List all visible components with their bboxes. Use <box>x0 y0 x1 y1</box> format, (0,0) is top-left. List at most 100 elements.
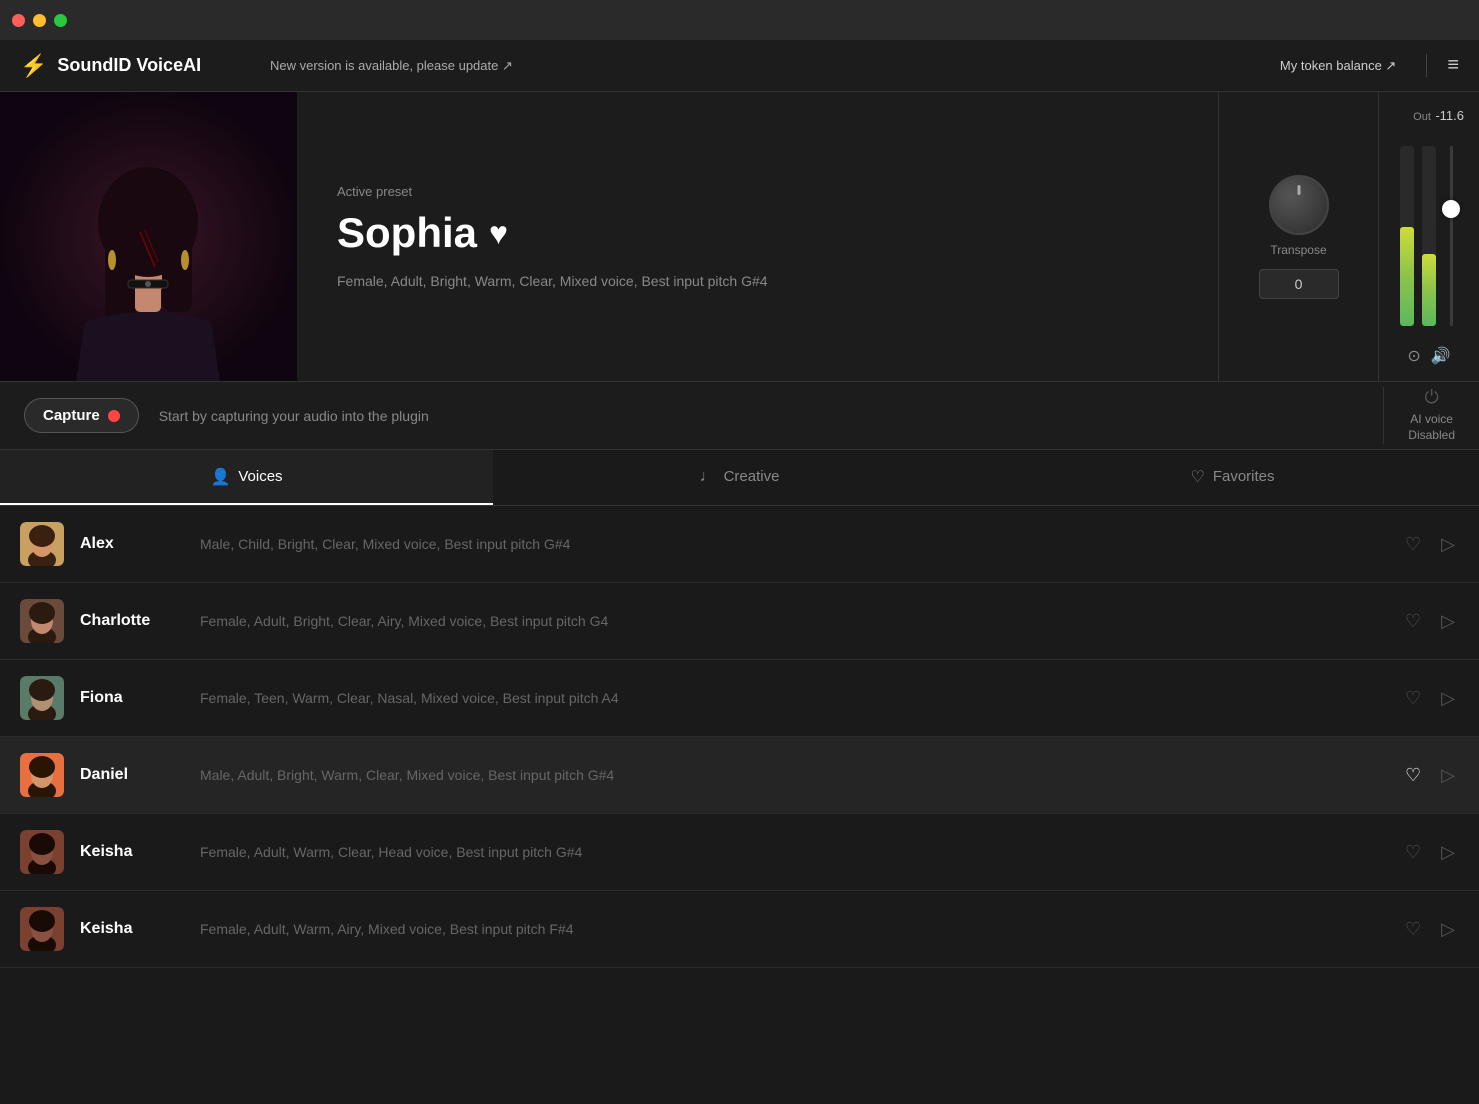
vu-panel: Out -11.6 ⊙ <box>1379 92 1479 381</box>
tab-voices[interactable]: 👤 Voices <box>0 450 493 505</box>
voice-avatar-daniel <box>20 753 64 797</box>
tab-creative[interactable]: ♩ Creative <box>493 450 986 505</box>
artist-image <box>0 92 297 381</box>
like-button-keisha2[interactable]: ♡ <box>1401 915 1425 944</box>
vu-meter-right <box>1422 146 1436 326</box>
voice-tags-keisha1: Female, Adult, Warm, Clear, Head voice, … <box>200 844 1401 860</box>
vu-meters-container <box>1400 146 1458 326</box>
voice-name-alex: Alex <box>80 535 200 553</box>
close-button[interactable] <box>12 14 25 27</box>
like-button-fiona[interactable]: ♡ <box>1401 684 1425 713</box>
vu-header: Out -11.6 <box>1389 107 1469 125</box>
voice-item-charlotte[interactable]: Charlotte Female, Adult, Bright, Clear, … <box>0 583 1479 660</box>
capture-label: Capture <box>43 407 100 424</box>
minimize-button[interactable] <box>33 14 46 27</box>
voice-avatar-keisha2 <box>20 907 64 951</box>
voice-tags-daniel: Male, Adult, Bright, Warm, Clear, Mixed … <box>200 767 1401 783</box>
voice-tags-fiona: Female, Teen, Warm, Clear, Nasal, Mixed … <box>200 690 1401 706</box>
voices-tab-label: Voices <box>238 468 282 485</box>
voices-tab-icon: 👤 <box>210 467 230 487</box>
vu-meter-left <box>1400 146 1414 326</box>
title-bar <box>0 0 1479 40</box>
voice-avatar-charlotte <box>20 599 64 643</box>
voice-tags-alex: Male, Child, Bright, Clear, Mixed voice,… <box>200 536 1401 552</box>
preset-info-panel: Active preset Sophia ♥ Female, Adult, Br… <box>297 92 1219 381</box>
active-preset-label: Active preset <box>337 184 1178 199</box>
voice-actions-daniel: ♡ ▷ <box>1401 761 1459 790</box>
voice-item-daniel[interactable]: Daniel Male, Adult, Bright, Warm, Clear,… <box>0 737 1479 814</box>
logo: ⚡ SoundID VoiceAI <box>20 53 270 79</box>
favorites-tab-label: Favorites <box>1213 468 1275 485</box>
artist-svg <box>0 92 297 381</box>
voice-name-fiona: Fiona <box>80 689 200 707</box>
voice-name-charlotte: Charlotte <box>80 612 200 630</box>
favorites-tab-icon: ♡ <box>1190 467 1204 487</box>
vu-slider[interactable] <box>1444 146 1458 326</box>
ai-voice-label: AI voiceDisabled <box>1408 412 1455 443</box>
out-label: Out <box>1413 111 1431 123</box>
vu-slider-thumb[interactable] <box>1442 200 1460 218</box>
voice-actions-alex: ♡ ▷ <box>1401 530 1459 559</box>
play-button-daniel[interactable]: ▷ <box>1437 761 1459 790</box>
voice-item-keisha2[interactable]: Keisha Female, Adult, Warm, Airy, Mixed … <box>0 891 1479 968</box>
voice-tags-keisha2: Female, Adult, Warm, Airy, Mixed voice, … <box>200 921 1401 937</box>
vu-slider-track <box>1450 146 1453 326</box>
voice-tags-charlotte: Female, Adult, Bright, Clear, Airy, Mixe… <box>200 613 1401 629</box>
link-icon[interactable]: ⊙ <box>1407 346 1420 366</box>
voice-avatar-keisha1 <box>20 830 64 874</box>
voice-item-alex[interactable]: Alex Male, Child, Bright, Clear, Mixed v… <box>0 506 1479 583</box>
tab-favorites[interactable]: ♡ Favorites <box>986 450 1479 505</box>
volume-icon[interactable]: 🔊 <box>1431 346 1451 366</box>
like-button-daniel[interactable]: ♡ <box>1401 761 1425 790</box>
artist-placeholder <box>0 92 297 381</box>
header: ⚡ SoundID VoiceAI New version is availab… <box>0 40 1479 92</box>
logo-icon: ⚡ <box>20 53 47 79</box>
voice-avatar-fiona <box>20 676 64 720</box>
preset-name: Sophia ♥ <box>337 209 1178 257</box>
transpose-value[interactable]: 0 <box>1259 269 1339 299</box>
like-button-alex[interactable]: ♡ <box>1401 530 1425 559</box>
capture-bar: Capture Start by capturing your audio in… <box>0 382 1479 450</box>
tabs-bar: 👤 Voices ♩ Creative ♡ Favorites <box>0 450 1479 506</box>
transpose-label: Transpose <box>1270 243 1326 257</box>
play-button-fiona[interactable]: ▷ <box>1437 684 1459 713</box>
voice-list: Alex Male, Child, Bright, Clear, Mixed v… <box>0 506 1479 968</box>
play-button-keisha1[interactable]: ▷ <box>1437 838 1459 867</box>
play-button-alex[interactable]: ▷ <box>1437 530 1459 559</box>
menu-icon[interactable]: ≡ <box>1426 54 1459 77</box>
favorite-heart-icon[interactable]: ♥ <box>489 215 508 252</box>
vu-controls: ⊙ 🔊 <box>1407 346 1450 366</box>
transpose-knob-container: Transpose <box>1269 175 1329 257</box>
capture-hint-text: Start by capturing your audio into the p… <box>159 408 1374 424</box>
update-notice[interactable]: New version is available, please update … <box>270 58 1280 74</box>
like-button-keisha1[interactable]: ♡ <box>1401 838 1425 867</box>
capture-button[interactable]: Capture <box>24 398 139 433</box>
play-button-keisha2[interactable]: ▷ <box>1437 915 1459 944</box>
right-panel: Transpose 0 Out -11.6 <box>1219 92 1479 381</box>
voice-actions-charlotte: ♡ ▷ <box>1401 607 1459 636</box>
voice-avatar-alex <box>20 522 64 566</box>
maximize-button[interactable] <box>54 14 67 27</box>
preset-tags: Female, Adult, Bright, Warm, Clear, Mixe… <box>337 273 1178 289</box>
voice-actions-keisha2: ♡ ▷ <box>1401 915 1459 944</box>
vu-fill-left <box>1400 227 1414 326</box>
token-balance-link[interactable]: My token balance ↗ <box>1280 58 1396 74</box>
capture-recording-dot <box>108 410 120 422</box>
out-value: -11.6 <box>1435 108 1464 123</box>
main-area: Active preset Sophia ♥ Female, Adult, Br… <box>0 92 1479 382</box>
creative-tab-label: Creative <box>724 468 780 485</box>
voice-item-keisha1[interactable]: Keisha Female, Adult, Warm, Clear, Head … <box>0 814 1479 891</box>
voice-name-daniel: Daniel <box>80 766 200 784</box>
like-button-charlotte[interactable]: ♡ <box>1401 607 1425 636</box>
voice-name-keisha2: Keisha <box>80 920 200 938</box>
voice-actions-fiona: ♡ ▷ <box>1401 684 1459 713</box>
play-button-charlotte[interactable]: ▷ <box>1437 607 1459 636</box>
voice-item-fiona[interactable]: Fiona Female, Teen, Warm, Clear, Nasal, … <box>0 660 1479 737</box>
ai-voice-status: ⏻ AI voiceDisabled <box>1383 387 1455 443</box>
logo-text: SoundID VoiceAI <box>57 55 201 76</box>
vu-fill-right <box>1422 254 1436 326</box>
transpose-knob[interactable] <box>1269 175 1329 235</box>
voice-actions-keisha1: ♡ ▷ <box>1401 838 1459 867</box>
voice-name-keisha1: Keisha <box>80 843 200 861</box>
power-icon[interactable]: ⏻ <box>1425 387 1439 408</box>
